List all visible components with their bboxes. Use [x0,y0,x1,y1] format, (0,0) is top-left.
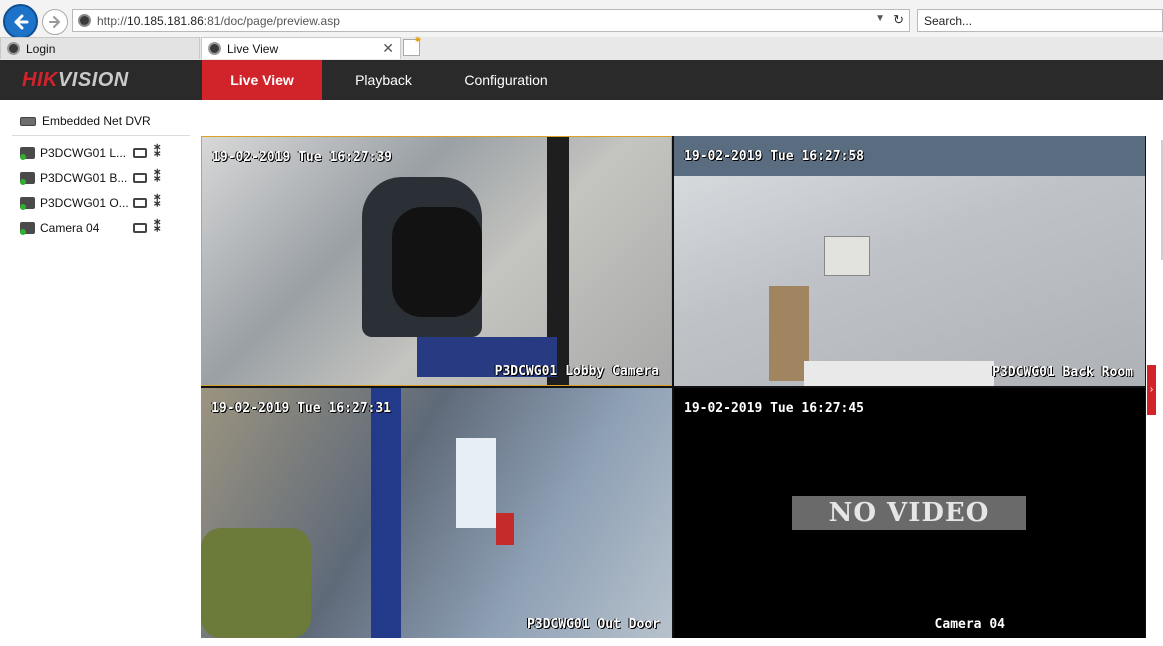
tab-label: Live View [227,42,279,56]
tab-login[interactable]: Login [0,37,200,59]
camera-item[interactable]: P3DCWG01 O... ⁑ [20,194,180,213]
video-window-camera-04[interactable]: 19-02-2019 Tue 16:27:45 NO VIDEO Camera … [674,388,1145,638]
tab-live-view[interactable]: Live View ✕ [201,37,401,59]
back-button[interactable] [3,4,38,39]
camera-label: P3DCWG01 L... [40,146,127,160]
record-icon[interactable] [133,148,147,158]
video-timestamp: 19-02-2019 Tue 16:27:31 [211,401,392,416]
camera-item[interactable]: P3DCWG01 B... ⁑ [20,169,180,188]
camera-item[interactable]: P3DCWG01 L... ⁑ [20,144,180,163]
close-tab-icon[interactable]: ✕ [382,40,394,57]
tab-favicon-icon [7,42,20,55]
address-bar[interactable]: http://10.185.181.86:81/doc/page/preview… [72,9,910,32]
camera-icon [20,197,35,210]
url-path: :81/doc/page/preview.asp [203,14,340,28]
record-icon[interactable] [133,173,147,183]
tab-label: Login [26,42,56,56]
tab-strip: Login Live View ✕ ✷ [0,35,1163,61]
video-window-out-door[interactable]: 19-02-2019 Tue 16:27:31 P3DCWG01 Out Doo… [201,388,672,638]
video-timestamp: 19-02-2019 Tue 16:27:45 [684,401,865,416]
device-node[interactable]: Embedded Net DVR [20,114,151,128]
nav-playback[interactable]: Playback [322,60,445,100]
tab-favicon-icon [208,42,221,55]
browser-toolbar: http://10.185.181.86:81/doc/page/preview… [0,0,1163,39]
new-tab-button[interactable]: ✷ [403,35,422,56]
hikvision-logo: HIKVISION [22,69,129,92]
video-window-back-room[interactable]: 19-02-2019 Tue 16:27:58 P3DCWG01 Back Ro… [674,136,1145,386]
refresh-icon[interactable]: ↻ [893,12,904,28]
camera-label: P3DCWG01 O... [40,196,129,210]
address-dropdown-icon[interactable]: ▼ [875,13,885,24]
camera-label: P3DCWG01 B... [40,171,128,185]
camera-item[interactable]: Camera 04 ⁑ [20,219,180,238]
app-header: HIKVISION Live View Playback Configurati… [0,60,1163,100]
page-favicon-icon [78,14,91,27]
device-label: Embedded Net DVR [42,114,151,128]
backpack-figure [392,207,482,317]
logo-part-hik: HIK [22,69,58,91]
video-timestamp: 19-02-2019 Tue 16:27:58 [684,149,865,164]
camera-icon [20,147,35,160]
nav-configuration[interactable]: Configuration [445,60,567,100]
cardboard-box [769,286,809,381]
forward-button[interactable] [42,9,68,35]
poster [456,438,496,528]
ptz-control-icon[interactable]: ⁑ [154,194,161,210]
search-placeholder: Search... [924,14,973,28]
record-icon[interactable] [133,223,147,233]
arrow-left-icon [14,14,28,29]
desk-surface [804,361,994,386]
video-grid: 19-02-2019 Tue 16:27:39 P3DCWG01 Lobby C… [201,136,1146,638]
url-prefix: http:// [97,14,128,28]
search-input[interactable]: Search... [917,9,1163,32]
camera-icon [20,222,35,235]
coconut-pile [201,528,311,638]
new-tab-star-icon: ✷ [413,35,422,46]
video-camera-name: Camera 04 [934,617,1005,632]
record-icon[interactable] [133,198,147,208]
url-text[interactable]: http://10.185.181.86:81/doc/page/preview… [97,14,340,28]
video-camera-name: P3DCWG01 Out Door [526,617,660,632]
dvr-icon [20,117,36,127]
video-camera-name: P3DCWG01 Lobby Camera [494,364,659,379]
no-video-status: NO VIDEO [792,496,1026,530]
camera-label: Camera 04 [40,221,100,235]
nav-live-view[interactable]: Live View [202,60,322,100]
arrow-right-icon [49,16,60,28]
red-sign [496,513,514,545]
video-window-lobby[interactable]: 19-02-2019 Tue 16:27:39 P3DCWG01 Lobby C… [201,136,672,386]
sidebar-divider [12,135,190,136]
collapse-panel-handle[interactable]: › [1147,365,1156,415]
camera-icon [20,172,35,185]
logo-part-vision: VISION [57,69,129,91]
video-timestamp: 19-02-2019 Tue 16:27:39 [212,150,393,165]
ptz-control-icon[interactable]: ⁑ [154,219,161,235]
wall-panel [824,236,870,276]
ptz-control-icon[interactable]: ⁑ [154,169,161,185]
ptz-control-icon[interactable]: ⁑ [154,144,161,160]
blue-pillar [371,388,401,638]
video-camera-name: P3DCWG01 Back Room [992,365,1133,380]
url-host: 10.185.181.86 [127,14,204,28]
